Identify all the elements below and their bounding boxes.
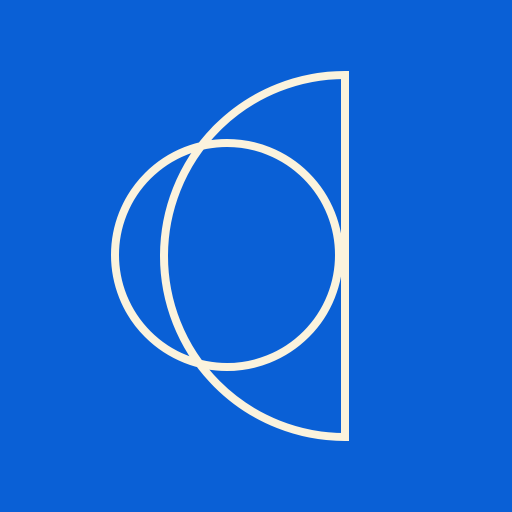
half-circle-shape <box>160 70 349 442</box>
app-icon <box>0 0 512 512</box>
logo-icon <box>111 70 349 442</box>
circle-shape <box>111 139 343 371</box>
